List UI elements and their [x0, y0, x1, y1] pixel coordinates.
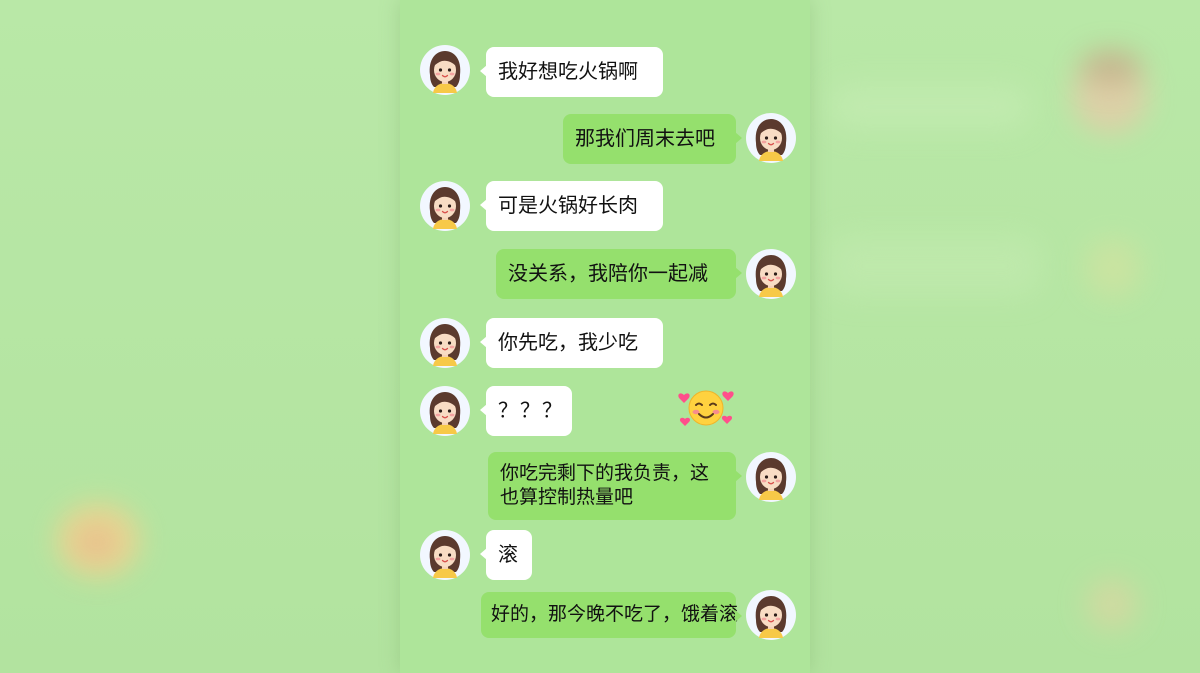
message-text: 那我们周末去吧 [575, 126, 715, 150]
message-bubble[interactable]: 好的，那今晚不吃了，饿着滚 [481, 592, 742, 638]
message-text: ？？？ [498, 398, 564, 422]
avatar-icon[interactable] [746, 113, 796, 163]
message-text: 你吃完剩下的我负责，这也算控制热量吧 [500, 462, 710, 508]
avatar-icon[interactable] [746, 590, 796, 640]
message-bubble[interactable]: 可是火锅好长肉 [480, 181, 663, 231]
message-text: 你先吃，我少吃 [498, 330, 638, 354]
blurred-bubble [830, 236, 1040, 296]
avatar-icon[interactable] [746, 249, 796, 299]
blurred-emoji-detail [76, 528, 116, 558]
avatar-icon[interactable] [420, 318, 470, 368]
message-bubble[interactable]: 你吃完剩下的我负责，这也算控制热量吧 [488, 452, 742, 520]
blurred-avatar [1086, 578, 1138, 630]
message-bubble[interactable]: 我好想吃火锅啊 [480, 47, 663, 97]
avatar-icon[interactable] [420, 530, 470, 580]
message-bubble[interactable]: 那我们周末去吧 [563, 114, 742, 164]
blurred-avatar [1085, 238, 1141, 298]
avatar-icon[interactable] [420, 45, 470, 95]
message-bubble[interactable]: 滚 [480, 530, 532, 580]
blurred-bubble [830, 84, 1030, 130]
avatar-icon[interactable] [420, 386, 470, 436]
message-text: 没关系，我陪你一起减 [508, 261, 708, 285]
message-bubble[interactable]: 没关系，我陪你一起减 [496, 249, 742, 299]
blurred-avatar-hair [1080, 50, 1142, 84]
avatar-icon[interactable] [746, 452, 796, 502]
message-text: 我好想吃火锅啊 [498, 59, 638, 83]
message-text: 好的，那今晚不吃了，饿着滚 [491, 603, 739, 625]
message-text: 滚 [498, 542, 518, 566]
message-bubble[interactable]: 你先吃，我少吃 [480, 318, 663, 368]
avatar-icon[interactable] [420, 181, 470, 231]
message-bubble[interactable]: ？？？ [480, 386, 572, 436]
message-text: 可是火锅好长肉 [498, 193, 638, 217]
smiling-face-with-hearts-icon [678, 390, 734, 426]
